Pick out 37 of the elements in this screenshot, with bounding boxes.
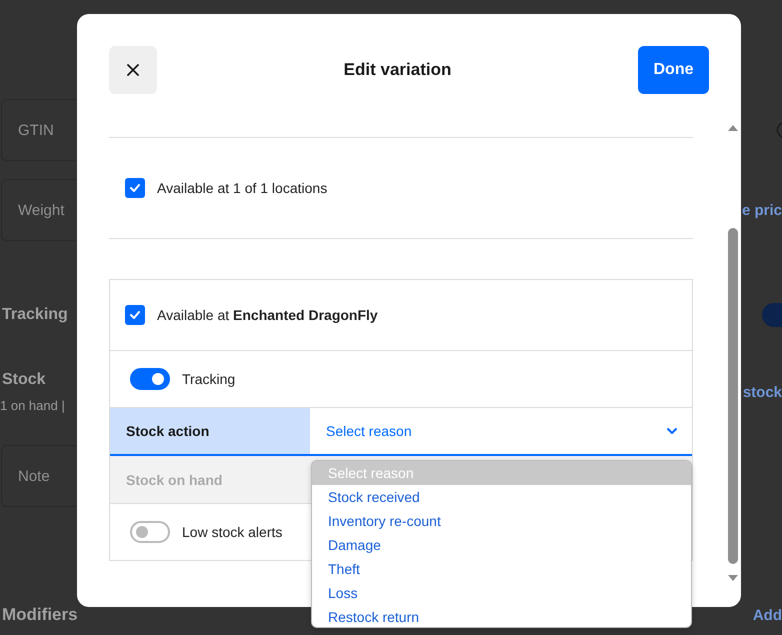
link[interactable]: Add: [752, 606, 782, 624]
scroll-up-arrow-icon: [728, 124, 738, 132]
section-heading: Tracking: [2, 306, 68, 324]
chevron-down-icon: [666, 426, 678, 436]
dropdown-option[interactable]: Theft: [312, 557, 691, 581]
checkbox[interactable]: [125, 178, 145, 198]
scrollbar-thumb[interactable]: [728, 228, 738, 564]
toggle-switch[interactable]: [130, 521, 170, 543]
close-button[interactable]: [109, 46, 157, 94]
checkmark-icon: [129, 182, 141, 194]
dropdown-option[interactable]: Stock received: [312, 485, 691, 509]
dropdown-option[interactable]: Damage: [312, 533, 691, 557]
dropdown-option[interactable]: Inventory re-count: [312, 509, 691, 533]
field-label: Note: [18, 468, 50, 484]
dropdown-option[interactable]: Loss: [312, 581, 691, 605]
stock-summary: 1 on hand |: [0, 398, 65, 413]
field-label: Weight: [18, 202, 64, 218]
checkmark-icon: [129, 309, 141, 321]
select-field[interactable]: Select reason: [310, 408, 692, 454]
toggle-switch[interactable]: [130, 368, 170, 390]
checkbox-label: Available at 1 of 1 locations: [157, 180, 328, 196]
link[interactable]: e pric: [742, 202, 782, 218]
link[interactable]: stock: [742, 384, 782, 400]
scroll-down-arrow-icon: [728, 574, 738, 582]
toggle-label: Tracking: [182, 371, 236, 387]
field-label: GTIN: [18, 122, 54, 138]
field-label: Stock action: [110, 408, 310, 454]
close-icon: [127, 64, 139, 76]
dialog-title: Edit variation: [344, 60, 452, 80]
field-label: Stock on hand: [125, 472, 222, 488]
dropdown-option[interactable]: Restock return: [312, 605, 691, 627]
checkbox-label: Available at Enchanted DragonFly: [157, 307, 378, 323]
section-heading: Modifiers: [2, 605, 78, 625]
toggle-label: Low stock alerts: [182, 524, 282, 540]
checkbox[interactable]: [125, 305, 145, 325]
done-button[interactable]: Done: [638, 46, 709, 94]
section-heading: Stock: [2, 371, 47, 389]
